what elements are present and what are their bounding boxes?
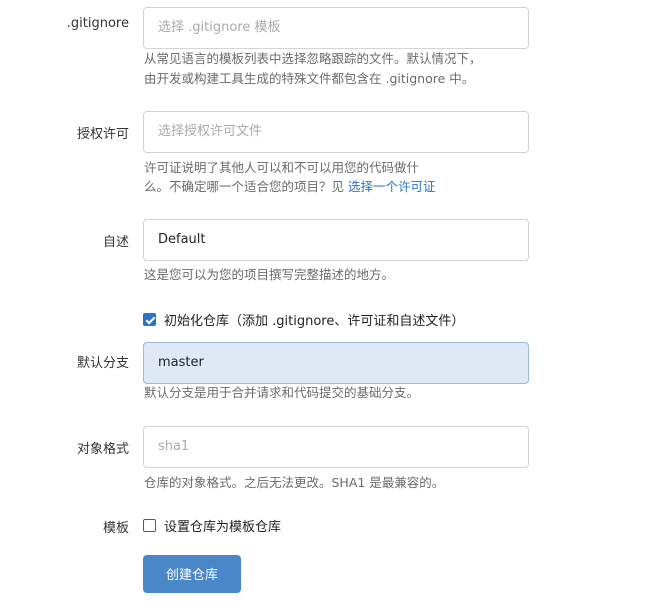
license-help-text: 么。不确定哪一个适合您的项目？见 (144, 179, 348, 194)
gitignore-select[interactable]: 选择 .gitignore 模板 (143, 7, 529, 49)
gitignore-help-line1: 从常见语言的模板列表中选择忽略跟踪的文件。默认情况下， (144, 51, 482, 66)
auto-init-row[interactable]: 初始化仓库（添加 .gitignore、许可证和自述文件） (143, 310, 464, 329)
license-select[interactable]: 选择授权许可文件 (143, 111, 529, 153)
object-format-select[interactable]: sha1 (143, 426, 529, 468)
template-row[interactable]: 设置仓库为模板仓库 (143, 516, 281, 535)
object-format-label: 对象格式 (76, 442, 129, 457)
template-checkbox-label: 设置仓库为模板仓库 (164, 520, 282, 535)
default-branch-input[interactable]: master (143, 342, 529, 384)
readme-label: 自述 (102, 235, 129, 250)
readme-help: 这是您可以为您的项目撰写完整描述的地方。 (144, 267, 395, 282)
readme-select[interactable]: Default (143, 219, 529, 261)
default-branch-label: 默认分支 (76, 356, 129, 371)
license-label: 授权许可 (76, 127, 129, 142)
template-checkbox[interactable] (143, 519, 156, 532)
gitignore-label: .gitignore (66, 16, 129, 31)
auto-init-label: 初始化仓库（添加 .gitignore、许可证和自述文件） (164, 314, 465, 329)
template-label: 模板 (102, 521, 129, 536)
auto-init-checkbox[interactable] (143, 313, 156, 326)
repo-options-form: .gitignore 选择 .gitignore 模板 从常见语言的模板列表中选… (0, 0, 648, 601)
gitignore-help-line2: 由开发或构建工具生成的特殊文件都包含在 .gitignore 中。 (144, 71, 475, 86)
license-help-line2: 么。不确定哪一个适合您的项目？见 选择一个许可证 (144, 176, 436, 198)
choose-license-link[interactable]: 选择一个许可证 (348, 179, 436, 194)
object-format-help: 仓库的对象格式。之后无法更改。SHA1 是最兼容的。 (144, 475, 445, 490)
create-repo-button[interactable]: 创建仓库 (143, 555, 241, 593)
default-branch-help: 默认分支是用于合并请求和代码提交的基础分支。 (144, 385, 420, 400)
